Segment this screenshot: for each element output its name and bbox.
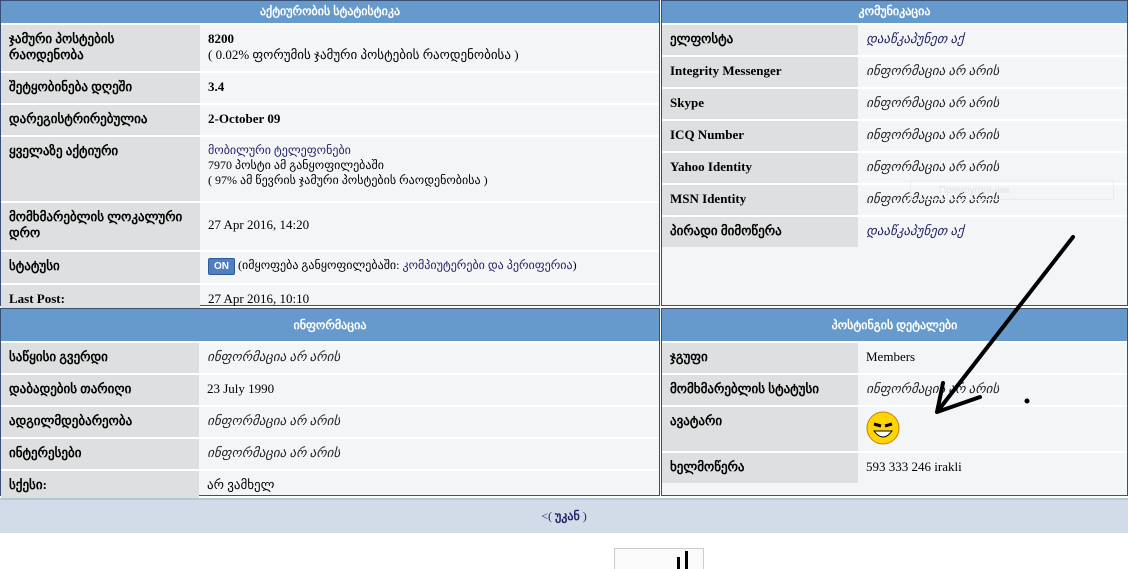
arrow-annotation	[935, 235, 1075, 414]
